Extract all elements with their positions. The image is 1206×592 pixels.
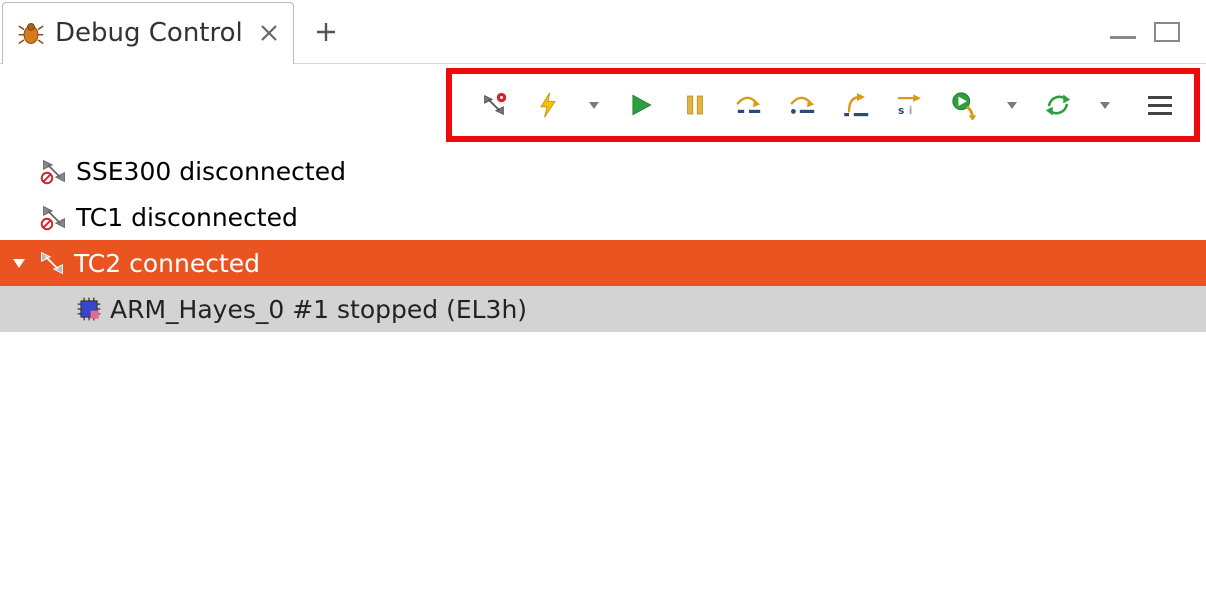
debug-lightning-dropdown[interactable] — [586, 96, 604, 114]
step-over-source-icon[interactable] — [733, 89, 765, 121]
svg-text:s: s — [898, 104, 904, 117]
target-label: SSE300 disconnected — [76, 157, 346, 186]
step-into-instruction-icon[interactable]: s i — [895, 89, 927, 121]
target-label: TC1 disconnected — [76, 203, 298, 232]
connections-tree: SSE300 disconnected TC1 disconnected — [0, 148, 1206, 592]
run-to-dropdown[interactable] — [1003, 96, 1021, 114]
debug-toolbar: s i — [446, 68, 1200, 142]
maximize-button[interactable] — [1154, 22, 1180, 42]
core-row[interactable]: ARM_Hayes_0 #1 stopped (EL3h) — [0, 286, 1206, 332]
debug-lightning-icon[interactable] — [532, 89, 564, 121]
resume-button[interactable] — [625, 89, 657, 121]
expand-toggle-icon[interactable] — [8, 252, 30, 274]
run-to-icon[interactable] — [949, 89, 981, 121]
connected-icon — [38, 249, 66, 277]
tab-bar: Debug Control — [0, 0, 1206, 64]
target-row-disconnected[interactable]: SSE300 disconnected — [0, 148, 1206, 194]
minimize-button[interactable] — [1110, 36, 1136, 39]
connect-target-icon[interactable] — [478, 89, 510, 121]
target-row-connected[interactable]: TC2 connected — [0, 240, 1206, 286]
view-menu-button[interactable] — [1144, 89, 1176, 121]
tab-debug-control[interactable]: Debug Control — [2, 2, 294, 64]
target-row-disconnected[interactable]: TC1 disconnected — [0, 194, 1206, 240]
step-out-icon[interactable] — [841, 89, 873, 121]
pause-button[interactable] — [679, 89, 711, 121]
step-over-instruction-icon[interactable] — [787, 89, 819, 121]
target-label: TC2 connected — [74, 249, 260, 278]
refresh-icon[interactable] — [1043, 89, 1075, 121]
core-label: ARM_Hayes_0 #1 stopped (EL3h) — [110, 295, 527, 324]
chip-icon — [76, 296, 102, 322]
close-tab-icon[interactable] — [259, 23, 279, 43]
disconnected-icon — [40, 203, 68, 231]
bug-icon — [17, 19, 45, 47]
new-tab-button[interactable] — [302, 8, 350, 56]
refresh-dropdown[interactable] — [1096, 96, 1114, 114]
tab-label: Debug Control — [55, 18, 243, 48]
svg-text:i: i — [909, 104, 913, 117]
disconnected-icon — [40, 157, 68, 185]
